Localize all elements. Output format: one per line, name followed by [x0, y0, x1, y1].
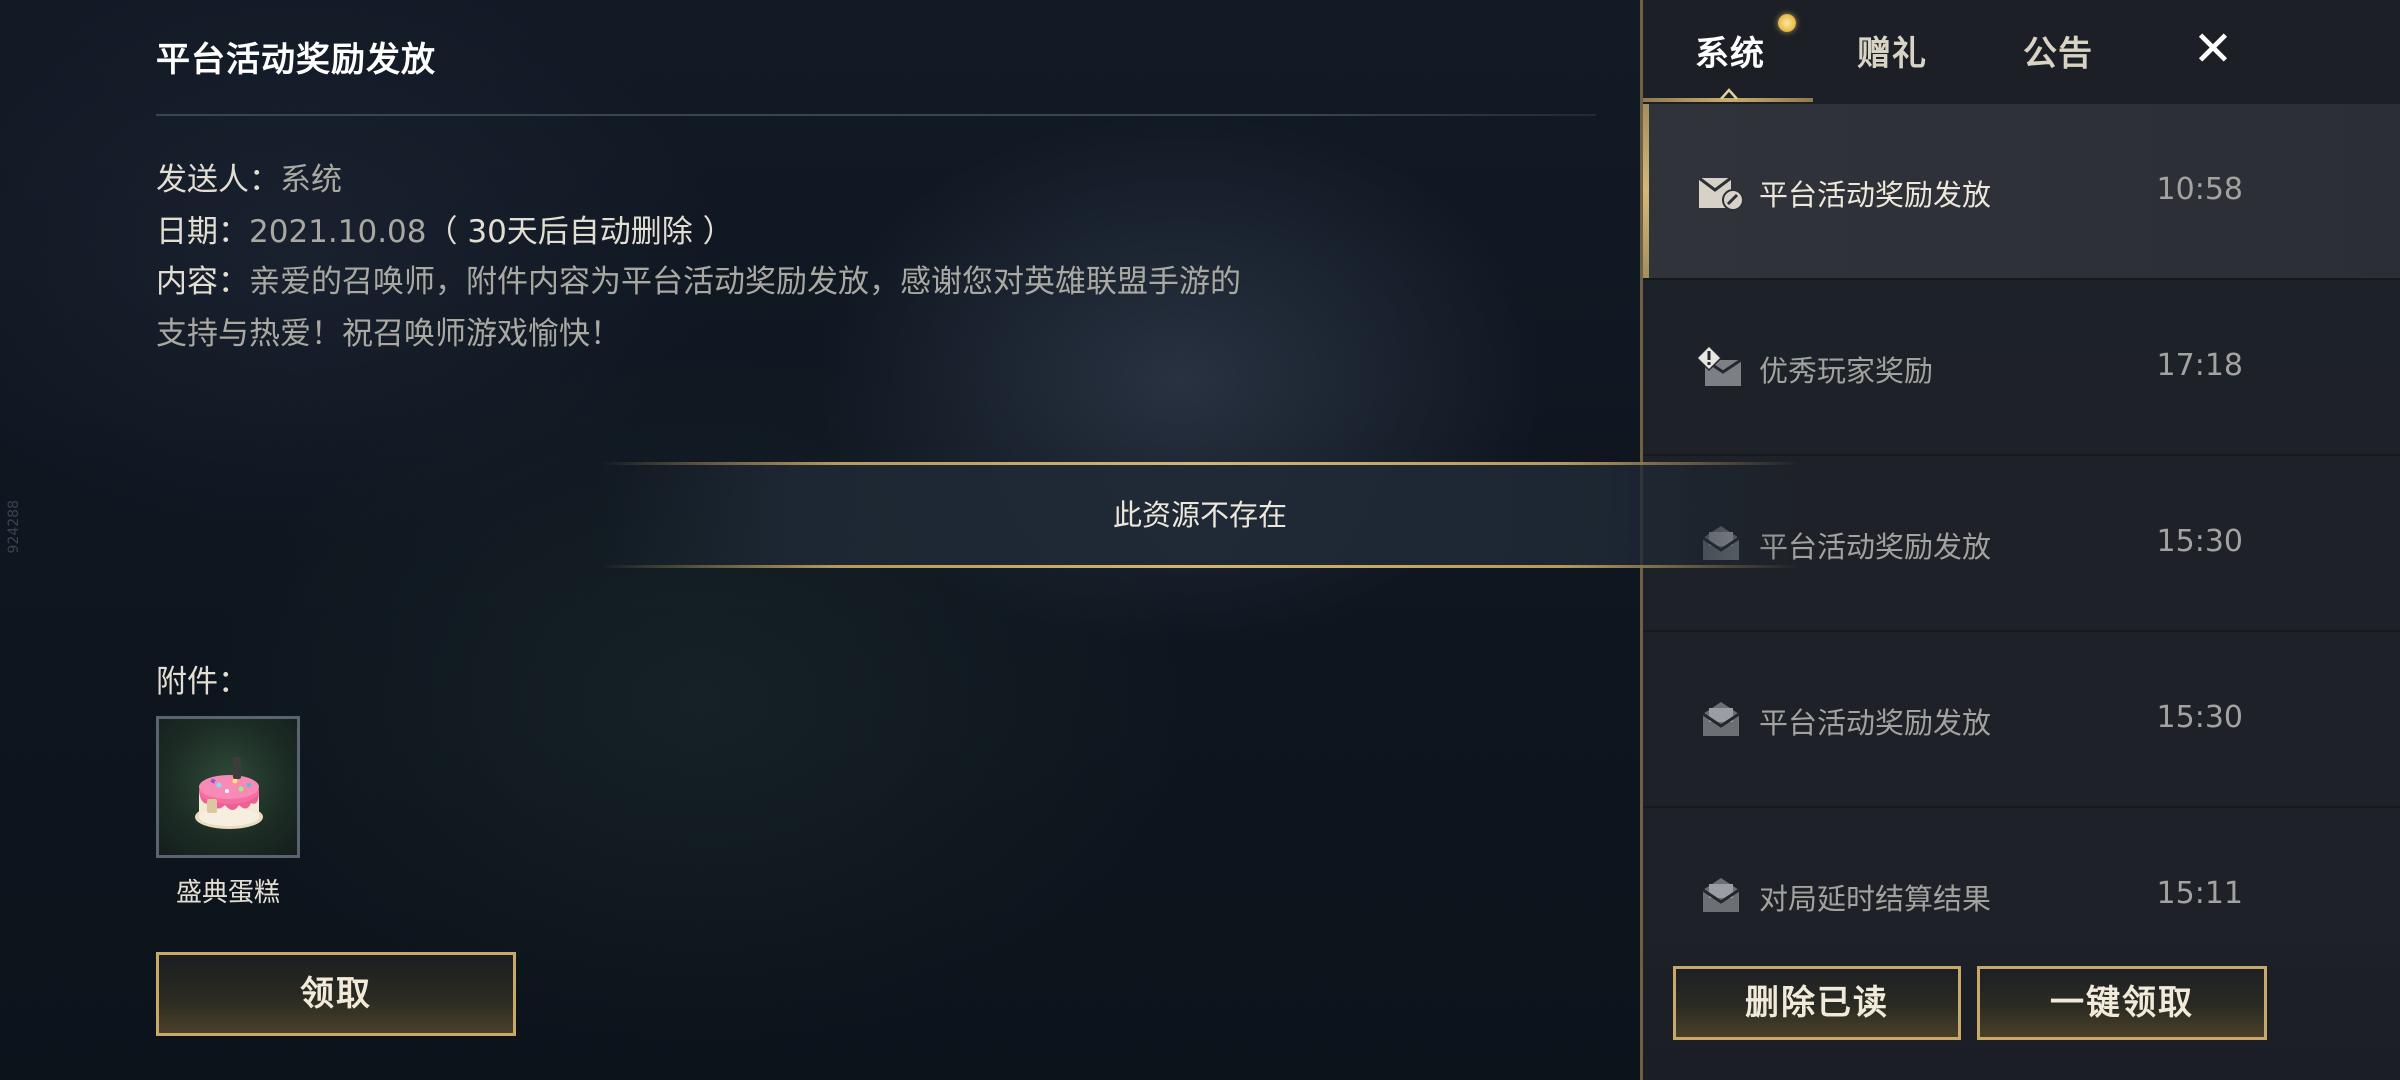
close-icon[interactable]: ✕ — [2183, 14, 2243, 84]
sender-value: 系统 — [280, 162, 342, 198]
mail-subject: 平台活动奖励发放 — [1759, 706, 1992, 740]
mail-actions-bar: 删除已读 一键领取 — [1643, 940, 2400, 1080]
date-line: 日期：2021.10.08（ 30天后自动删除 ） — [156, 206, 734, 251]
mail-subject: 对局延时结算结果 — [1759, 882, 1992, 916]
mail-alert-icon — [1697, 346, 1742, 386]
notification-dot-icon — [1778, 14, 1796, 32]
mail-subject: 优秀玩家奖励 — [1759, 354, 1934, 388]
tab-system[interactable]: 系统 — [1695, 26, 1765, 75]
mail-content: 内容：亲爱的召唤师，附件内容为平台活动奖励发放，感谢您对英雄联盟手游的支持与热爱… — [156, 256, 1246, 360]
toast-message: 此资源不存在 — [600, 462, 1800, 568]
mail-reward-icon — [1698, 176, 1744, 211]
delete-read-button[interactable]: 删除已读 — [1673, 966, 1961, 1040]
claim-all-button[interactable]: 一键领取 — [1977, 966, 2267, 1040]
content-label: 内容： — [156, 264, 249, 300]
mail-time: 15:11 — [2156, 876, 2243, 911]
attachment-item-slot[interactable] — [156, 716, 300, 858]
mail-tabs: 系统 赠礼 公告 ✕ — [1643, 0, 2400, 104]
title-divider — [156, 114, 1596, 116]
mail-open-icon — [1702, 702, 1740, 736]
mail-time: 15:30 — [2156, 700, 2243, 735]
mail-row[interactable]: 优秀玩家奖励 17:18 — [1643, 280, 2400, 456]
mail-title: 平台活动奖励发放 — [156, 40, 436, 80]
date-value: 2021.10.08 — [249, 214, 427, 250]
sender-line: 发送人：系统 — [156, 154, 342, 199]
tab-notice[interactable]: 公告 — [2023, 26, 2093, 75]
mail-time: 17:18 — [2156, 348, 2243, 383]
side-watermark: 924288 — [6, 500, 22, 554]
sender-label: 发送人： — [156, 162, 280, 198]
active-tab-caret-icon — [1720, 88, 1738, 100]
tab-gift[interactable]: 赠礼 — [1857, 26, 1927, 75]
mail-time: 10:58 — [2156, 172, 2243, 207]
attachment-item-name: 盛典蛋糕 — [175, 878, 280, 908]
mail-row[interactable]: 平台活动奖励发放 15:30 — [1643, 632, 2400, 808]
mail-subject: 平台活动奖励发放 — [1759, 178, 1992, 212]
claim-button[interactable]: 领取 — [156, 952, 516, 1036]
auto-delete-note: （ 30天后自动删除 ） — [426, 214, 734, 250]
mail-open-icon — [1702, 878, 1740, 912]
mail-row[interactable]: 平台活动奖励发放 10:58 — [1643, 104, 2400, 280]
cake-icon — [195, 757, 263, 829]
mail-time: 15:30 — [2156, 524, 2243, 559]
toast-text: 此资源不存在 — [1112, 498, 1287, 532]
attachment-label: 附件： — [156, 664, 249, 700]
content-text: 亲爱的召唤师，附件内容为平台活动奖励发放，感谢您对英雄联盟手游的支持与热爱！祝召… — [156, 264, 1241, 352]
date-label: 日期： — [156, 214, 249, 250]
